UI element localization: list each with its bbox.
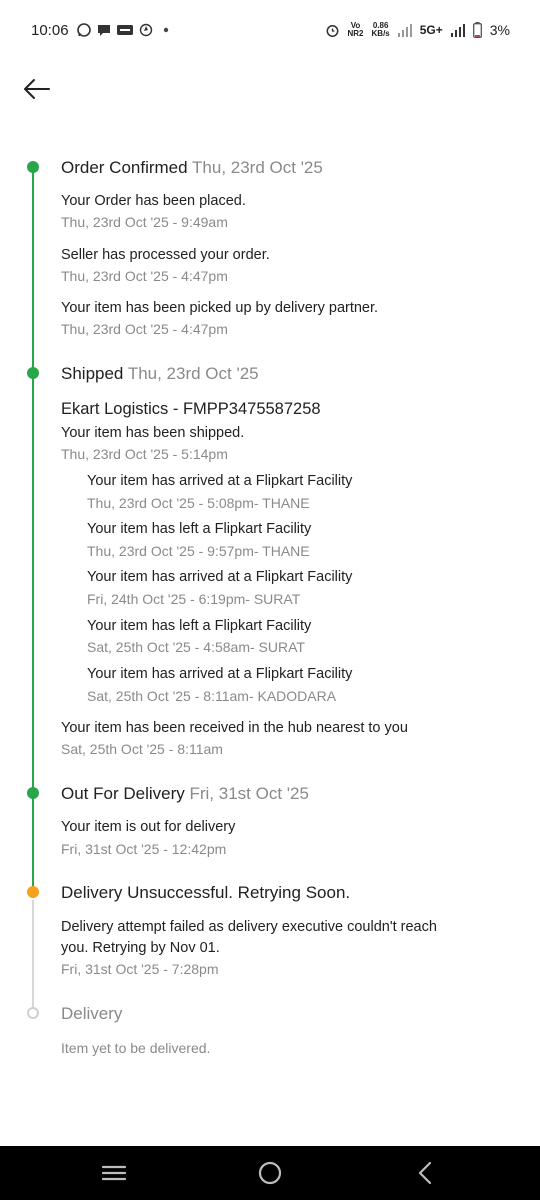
alarm-icon (326, 24, 338, 37)
event-time: Fri, 31st Oct '25 - 7:28pm (61, 961, 219, 977)
event-text: Your item has been received in the hub n… (61, 720, 408, 736)
sub-event-time: Sat, 25th Oct '25 - 8:11am- KADODARA (87, 688, 337, 704)
event-time: Fri, 31st Oct '25 - 12:42pm (61, 841, 227, 857)
chat-icon (98, 25, 110, 36)
event-text-line-1: Delivery attempt failed as delivery exec… (61, 919, 437, 935)
event-text: Your item has been picked up by delivery… (61, 300, 379, 316)
volte-indicator: Vo NR2 (347, 21, 364, 38)
timeline-connector (32, 792, 34, 890)
stage-title-out-for-delivery: Out For Delivery Fri, 31st Oct '25 (61, 784, 309, 803)
more-notifications-icon (163, 27, 169, 33)
sub-event-text: Your item has left a Flipkart Facility (87, 521, 312, 537)
stage-dot-out-for-delivery (27, 787, 39, 799)
sub-event-time: Thu, 23rd Oct '25 - 9:57pm- THANE (87, 543, 310, 559)
menu-icon[interactable] (101, 1160, 127, 1186)
status-bar: 10:06 Vo NR2 0.86 KB/s 5G+ 3% (0, 0, 540, 64)
event-text-line-2: you. Retrying by Nov 01. (61, 940, 220, 956)
signal-icon (450, 23, 465, 37)
signal-icon (397, 23, 412, 37)
system-status: Vo NR2 0.86 KB/s 5G+ 3% (325, 21, 510, 38)
event-text: Your item is out for delivery (61, 819, 236, 835)
delivery-note: Item yet to be delivered. (61, 1040, 211, 1056)
event-time: Sat, 25th Oct '25 - 8:11am (61, 741, 223, 757)
event-time: Thu, 23rd Oct '25 - 4:47pm (61, 321, 228, 337)
home-icon[interactable] (257, 1160, 283, 1186)
battery-icon (472, 22, 482, 38)
stage-title-shipped: Shipped Thu, 23rd Oct '25 (61, 364, 259, 383)
stage-dot-shipped (27, 367, 39, 379)
sub-event-text: Your item has arrived at a Flipkart Faci… (87, 666, 353, 682)
back-arrow-icon[interactable] (22, 76, 52, 102)
stage-dot-order-confirmed (27, 161, 39, 173)
event-time: Thu, 23rd Oct '25 - 5:14pm (61, 446, 228, 462)
system-navigation-bar (0, 1146, 540, 1200)
timeline-connector (32, 168, 34, 792)
sub-event-text: Your item has arrived at a Flipkart Faci… (87, 569, 353, 585)
event-text: Your item has been shipped. (61, 425, 245, 441)
paytm-icon (117, 25, 133, 35)
sub-event-time: Thu, 23rd Oct '25 - 5:08pm- THANE (87, 495, 310, 511)
courier-tracking-id[interactable]: Ekart Logistics - FMPP3475587258 (61, 400, 321, 419)
event-time: Thu, 23rd Oct '25 - 9:49am (61, 214, 228, 230)
battery-percentage: 3% (489, 22, 510, 38)
stage-title-delivery: Delivery (61, 1004, 123, 1023)
stage-title-order-confirmed: Order Confirmed Thu, 23rd Oct '25 (61, 158, 323, 177)
event-text: Your Order has been placed. (61, 193, 246, 209)
network-type: 5G+ (419, 23, 443, 37)
stage-dot-delivery-unsuccessful (27, 886, 39, 898)
event-text: Seller has processed your order. (61, 247, 270, 263)
sub-event-time: Fri, 24th Oct '25 - 6:19pm- SURAT (87, 591, 301, 607)
event-time: Thu, 23rd Oct '25 - 4:47pm (61, 268, 228, 284)
steam-icon (139, 23, 153, 37)
timeline-connector-pending (32, 900, 34, 1012)
sub-event-time: Sat, 25th Oct '25 - 4:58am- SURAT (87, 639, 305, 655)
notification-icons (77, 23, 173, 37)
sub-event-text: Your item has arrived at a Flipkart Faci… (87, 473, 353, 489)
sub-event-text: Your item has left a Flipkart Facility (87, 618, 312, 634)
status-time: 10:06 (31, 22, 69, 39)
stage-title-delivery-unsuccessful: Delivery Unsuccessful. Retrying Soon. (61, 883, 351, 902)
whatsapp-icon (77, 23, 91, 37)
stage-dot-delivery-pending (27, 1007, 39, 1019)
back-nav-icon[interactable] (413, 1160, 439, 1186)
network-speed: 0.86 KB/s (371, 21, 390, 38)
